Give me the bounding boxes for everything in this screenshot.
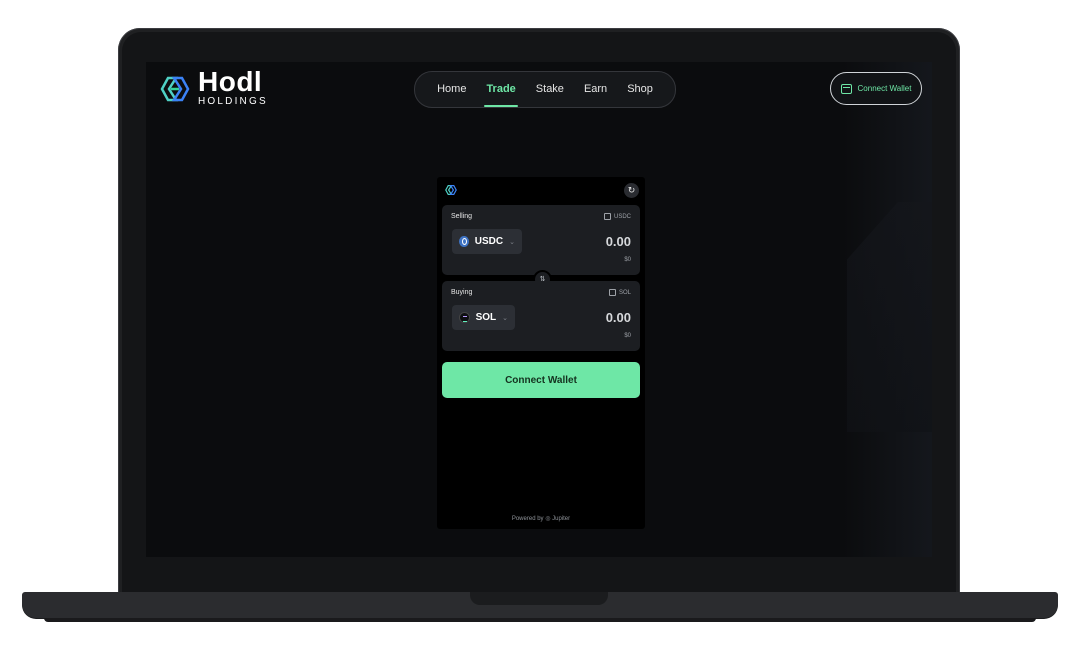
buy-token-selector[interactable]: SOL ⌄ [452, 305, 515, 330]
app-screen: Hodl HOLDINGS Home Trade Stake Earn Shop… [146, 62, 932, 557]
sell-usd-value: $0 [624, 257, 631, 263]
nav-home[interactable]: Home [427, 72, 476, 107]
buying-label: Buying [451, 289, 473, 296]
powered-by-brand: Jupiter [552, 516, 571, 522]
buy-usd-value: $0 [624, 333, 631, 339]
buy-panel: Buying SOL SOL ⌄ 0.00 $0 [442, 281, 640, 351]
balance-wallet-icon [603, 213, 611, 220]
header-connect-wallet-button[interactable]: Connect Wallet [830, 72, 922, 105]
nav-earn[interactable]: Earn [574, 72, 617, 107]
main-nav: Home Trade Stake Earn Shop [414, 71, 676, 108]
sell-panel: Selling USDC USDC ⌄ 0.00 $0 [442, 205, 640, 275]
nav-trade[interactable]: Trade [476, 72, 525, 107]
powered-by-footer[interactable]: Powered by ◎ Jupiter [437, 515, 645, 522]
usdc-icon [459, 236, 469, 247]
buy-balance: SOL [608, 289, 631, 296]
buy-amount-output: 0.00 [605, 310, 631, 325]
sell-token-selector[interactable]: USDC ⌄ [452, 229, 522, 254]
logo-subtitle: HOLDINGS [198, 96, 268, 107]
widget-logo-icon [445, 185, 457, 195]
laptop-base-edge [44, 618, 1036, 622]
sol-icon [459, 312, 470, 323]
refresh-icon[interactable]: ↻ [624, 183, 639, 198]
nav-stake[interactable]: Stake [526, 72, 574, 107]
brand-logo[interactable]: Hodl HOLDINGS [160, 66, 268, 107]
sell-amount-input[interactable]: 0.00 [606, 234, 631, 249]
jupiter-icon: ◎ [545, 516, 551, 522]
buy-balance-token: SOL [618, 289, 631, 296]
nav-shop[interactable]: Shop [617, 72, 663, 107]
chevron-down-icon: ⌄ [509, 238, 515, 246]
header-connect-label: Connect Wallet [857, 84, 912, 93]
sell-balance-token: USDC [613, 213, 631, 220]
swap-widget: ↻ Selling USDC USDC ⌄ 0.00 $0 ⇅ Buying S… [437, 177, 645, 529]
laptop-notch [470, 592, 608, 605]
hodl-logo-icon [160, 76, 190, 101]
chevron-down-icon: ⌄ [502, 314, 508, 322]
powered-by-label: Powered by [511, 516, 544, 522]
sell-token-symbol: USDC [474, 236, 504, 247]
logo-title: Hodl [198, 66, 263, 97]
connect-wallet-button[interactable]: Connect Wallet [442, 362, 640, 398]
buy-token-symbol: SOL [475, 312, 497, 323]
balance-wallet-icon [608, 289, 616, 296]
selling-label: Selling [451, 213, 473, 220]
sell-balance: USDC [603, 213, 631, 220]
wallet-icon [840, 83, 852, 94]
